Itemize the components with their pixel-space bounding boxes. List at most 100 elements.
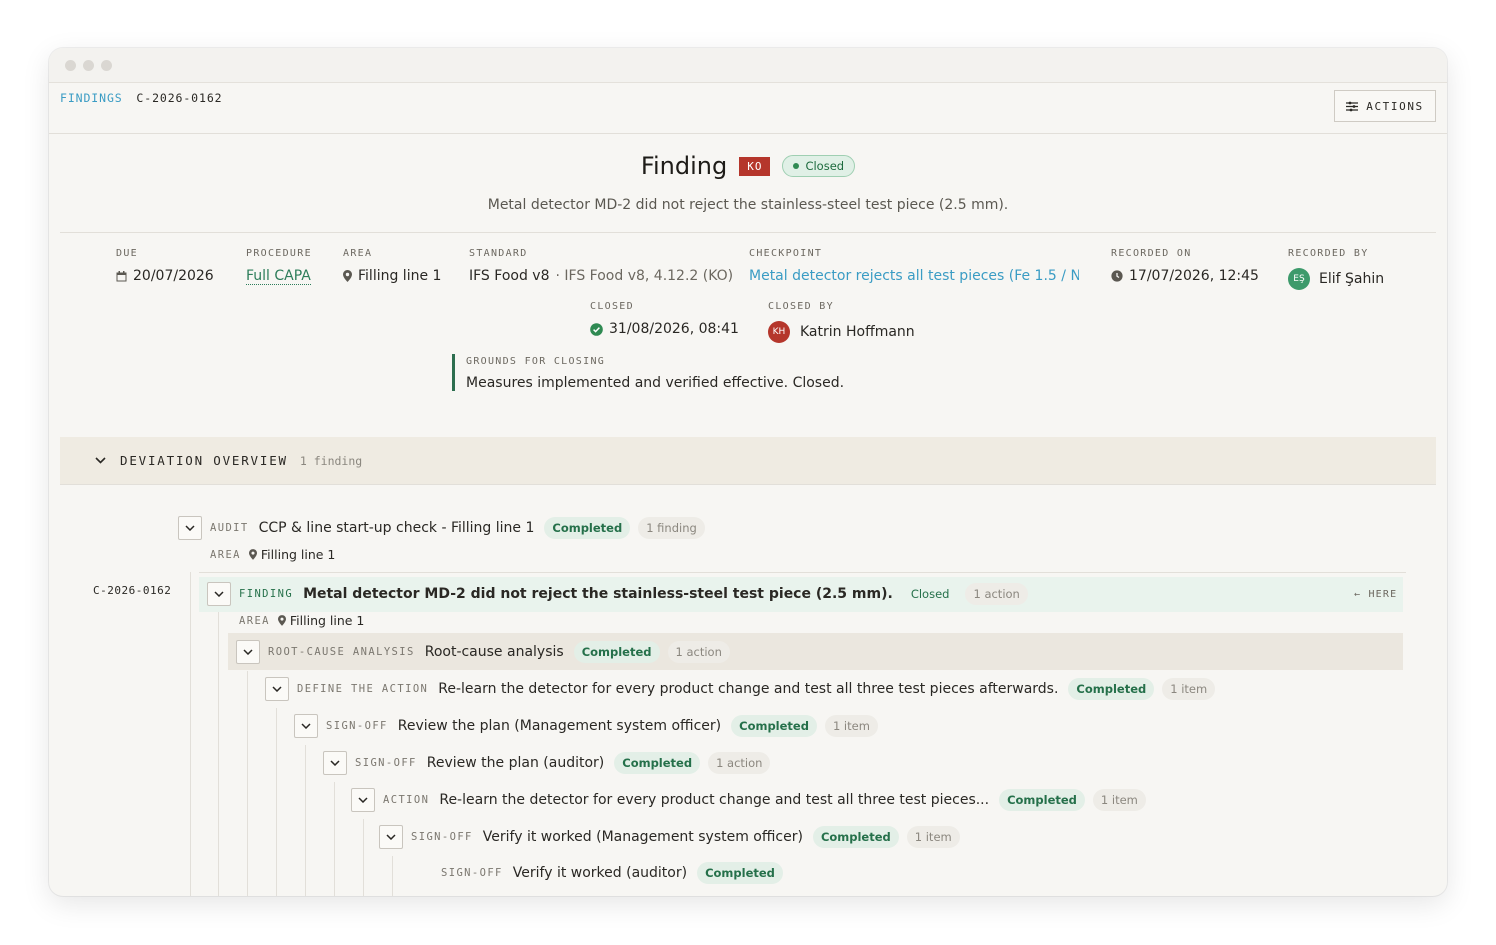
calendar-icon [116, 270, 127, 281]
status-label: Closed [805, 159, 845, 173]
window-zoom-dot[interactable] [101, 60, 112, 71]
node-title[interactable]: Re-learn the detector for every product … [438, 681, 1058, 697]
status-badge: Completed [614, 752, 701, 774]
breadcrumb: FINDINGS C-2026-0162 [60, 91, 222, 105]
area-value: Filling line 1 [260, 547, 336, 562]
grounds-text: Measures implemented and verified effect… [466, 375, 845, 391]
tree-row-root-cause: ROOT-CAUSE ANALYSIS Root-cause analysis … [236, 640, 730, 664]
actions-button[interactable]: ACTIONS [1334, 90, 1436, 122]
tree-line [363, 819, 364, 896]
expand-toggle[interactable] [178, 516, 202, 540]
expand-toggle[interactable] [323, 751, 347, 775]
finding-id: C-2026-0162 [93, 584, 172, 597]
node-kind: SIGN-OFF [441, 867, 503, 879]
count-badge: 1 item [1092, 789, 1146, 811]
check-circle-icon [590, 322, 603, 336]
expand-toggle[interactable] [379, 825, 403, 849]
standard-detail: · IFS Food v8, 4.12.2 (KO) [555, 268, 734, 284]
node-title[interactable]: Re-learn the detector for every product … [439, 792, 989, 808]
count-badge: 1 action [708, 752, 771, 774]
deviation-overview-header[interactable]: DEVIATION OVERVIEW 1 finding [60, 437, 1436, 485]
meta-label: DUE [116, 248, 138, 259]
chevron-down-icon [358, 797, 368, 803]
chevron-down-icon [272, 686, 282, 692]
area-label: AREA [239, 614, 270, 627]
location-pin-icon [343, 270, 352, 282]
meta-standard: STANDARD IFS Food v8 · IFS Food v8, 4.12.… [469, 248, 733, 284]
expand-toggle[interactable] [236, 640, 260, 664]
closed-by-value: Katrin Hoffmann [800, 324, 915, 340]
tree-row-finding: FINDING Metal detector MD-2 did not reje… [207, 582, 1028, 606]
meta-label: RECORDED ON [1111, 248, 1192, 259]
node-kind: ACTION [383, 794, 430, 806]
expand-toggle[interactable] [351, 788, 375, 812]
checkpoint-link[interactable]: Metal detector rejects all test pieces (… [749, 268, 1079, 284]
here-marker: ← HERE [1354, 589, 1398, 600]
node-title[interactable]: Metal detector MD-2 did not reject the s… [303, 586, 893, 602]
meta-procedure: PROCEDURE Full CAPA [246, 248, 312, 285]
node-title[interactable]: Verify it worked (auditor) [513, 865, 687, 881]
count-badge: 1 action [667, 641, 730, 663]
avatar: EŞ [1288, 268, 1310, 290]
count-badge: 1 item [906, 826, 960, 848]
status-badge: Completed [1068, 678, 1155, 700]
meta-recorded-on: RECORDED ON 17/07/2026, 12:45 [1111, 248, 1259, 284]
finding-description: Metal detector MD-2 did not reject the s… [487, 197, 1009, 213]
tree-line [218, 608, 219, 896]
meta-checkpoint: CHECKPOINT Metal detector rejects all te… [749, 248, 1079, 284]
expand-toggle[interactable] [207, 582, 231, 606]
node-kind: SIGN-OFF [411, 831, 473, 843]
meta-label: PROCEDURE [246, 248, 312, 259]
window-close-dot[interactable] [65, 60, 76, 71]
tree-row-action: ACTION Re-learn the detector for every p… [351, 788, 1146, 812]
recorded-on-value: 17/07/2026, 12:45 [1129, 268, 1259, 284]
page-title: Finding [640, 152, 728, 180]
count-badge: 1 item [824, 715, 878, 737]
divider [199, 572, 1406, 573]
meta-label: GROUNDS FOR CLOSING [466, 356, 606, 367]
app-window: FINDINGS C-2026-0162 ACTIONS Finding KO … [49, 48, 1447, 896]
due-date: 20/07/2026 [133, 268, 214, 284]
closed-value: 31/08/2026, 08:41 [609, 321, 739, 337]
tree-row-define-action: DEFINE THE ACTION Re-learn the detector … [265, 677, 1216, 701]
status-dot-icon [793, 163, 800, 169]
node-title[interactable]: Root-cause analysis [425, 644, 564, 660]
window-minimize-dot[interactable] [83, 60, 94, 71]
tree-line [392, 856, 393, 896]
area-value: Filling line 1 [289, 613, 365, 628]
status-badge: Completed [999, 789, 1085, 811]
area-value: Filling line 1 [358, 268, 442, 284]
status-badge: Completed [573, 641, 660, 663]
node-kind: AUDIT [210, 522, 249, 534]
location-pin-icon [277, 615, 286, 626]
meta-label: CLOSED BY [768, 301, 834, 312]
location-pin-icon [248, 549, 257, 560]
count-badge: 1 action [965, 583, 1028, 605]
meta-closed-by: CLOSED BY KH Katrin Hoffmann [768, 301, 915, 343]
breadcrumb-findings-link[interactable]: FINDINGS [60, 91, 123, 105]
meta-closed: CLOSED 31/08/2026, 08:41 [590, 301, 739, 337]
node-title[interactable]: Verify it worked (Management system offi… [483, 829, 803, 845]
chevron-down-icon [330, 760, 340, 766]
tree-row-signoff-verify-mso: SIGN-OFF Verify it worked (Management sy… [379, 825, 960, 849]
expand-toggle[interactable] [294, 714, 318, 738]
meta-label: AREA [343, 248, 373, 259]
status-badge: Closed [910, 587, 950, 601]
tree-row-signoff-plan-auditor: SIGN-OFF Review the plan (auditor) Compl… [323, 751, 771, 775]
count-badge: 1 item [1162, 678, 1216, 700]
node-title[interactable]: Review the plan (auditor) [427, 755, 604, 771]
chevron-down-icon [185, 525, 195, 531]
node-title[interactable]: CCP & line start-up check - Filling line… [259, 520, 535, 536]
actions-label: ACTIONS [1366, 99, 1424, 113]
top-bar: FINDINGS C-2026-0162 ACTIONS [49, 83, 1447, 134]
procedure-link[interactable]: Full CAPA [246, 268, 311, 285]
count-badge: 1 finding [638, 517, 705, 539]
meta-recorded-by: RECORDED BY EŞ Elif Şahin [1288, 248, 1384, 290]
clock-icon [1111, 270, 1123, 282]
node-kind: SIGN-OFF [326, 720, 388, 732]
expand-toggle[interactable] [265, 677, 289, 701]
node-title[interactable]: Review the plan (Management system offic… [398, 718, 721, 734]
chevron-down-icon [95, 457, 106, 464]
finding-area: AREA Filling line 1 [239, 613, 364, 628]
recorded-by-value: Elif Şahin [1319, 271, 1385, 287]
